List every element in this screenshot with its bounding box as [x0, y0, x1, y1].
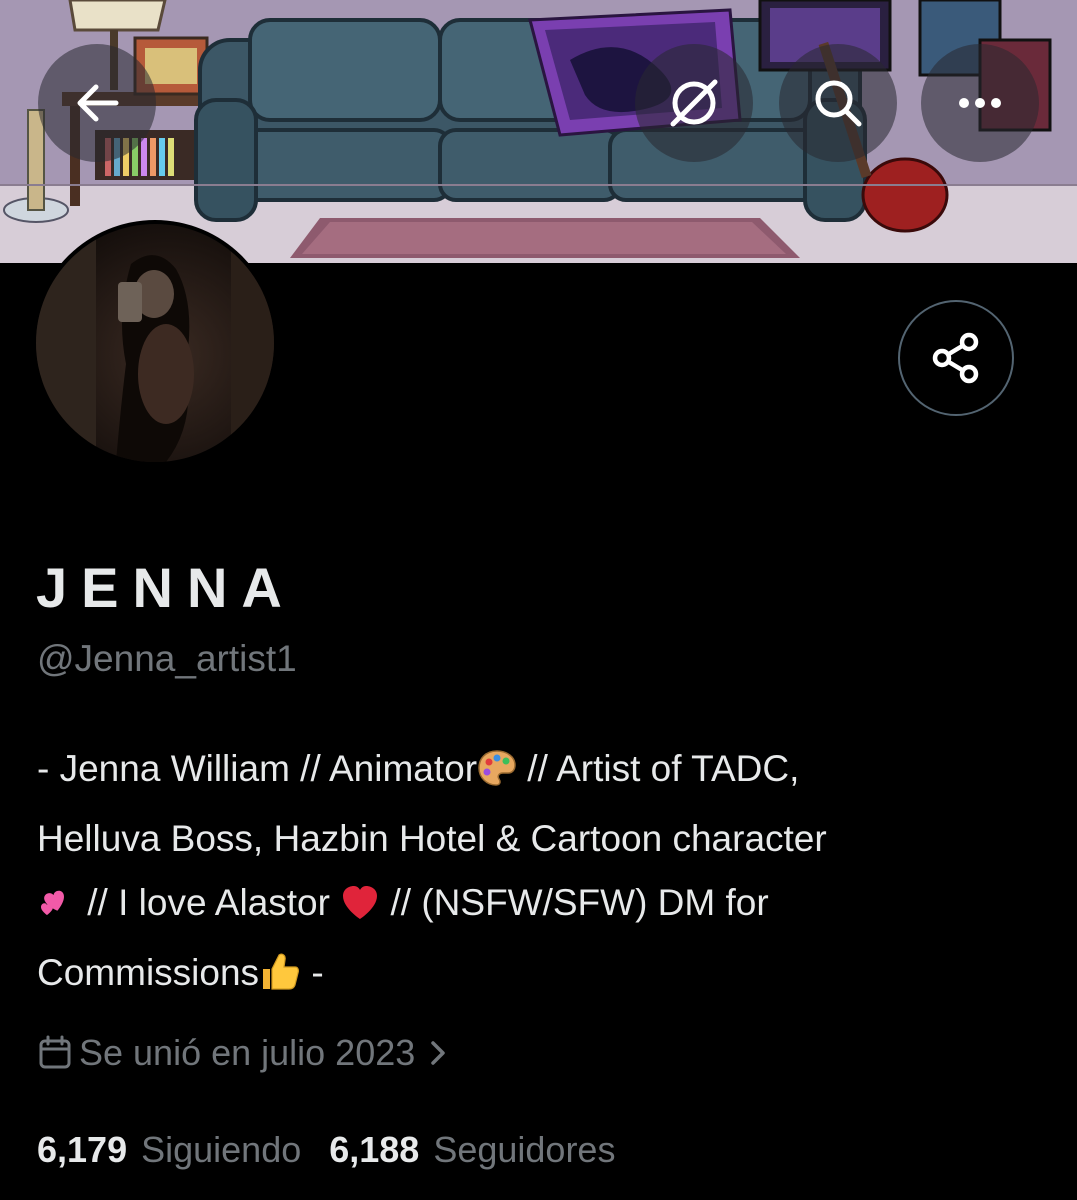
bio-text: // I love Alastor	[77, 882, 341, 923]
bio-line-2: Helluva Boss, Hazbin Hotel & Cartoon cha…	[37, 807, 997, 871]
display-name: JENNA	[36, 556, 296, 619]
more-horizontal-icon	[959, 98, 1001, 108]
grok-icon	[670, 79, 718, 127]
search-icon	[815, 80, 862, 127]
bio-text: -	[301, 952, 324, 993]
red-heart-emoji-icon	[340, 877, 380, 941]
search-button[interactable]	[779, 44, 897, 162]
bio-text: // Artist of TADC,	[517, 748, 800, 789]
profile-bio: - Jenna William // Animator // Artist of…	[37, 737, 997, 1011]
following-count: 6,179	[37, 1129, 128, 1170]
back-button[interactable]	[38, 44, 156, 162]
following-label: Siguiendo	[141, 1129, 302, 1170]
join-date[interactable]: Se unió en julio 2023	[37, 1030, 453, 1076]
share-button[interactable]	[898, 300, 1014, 416]
bio-text: Commissions	[37, 952, 260, 993]
grok-button[interactable]	[635, 44, 753, 162]
arrow-left-icon	[77, 84, 119, 122]
more-button[interactable]	[921, 44, 1039, 162]
followers-count: 6,188	[329, 1129, 420, 1170]
avatar-image	[36, 224, 274, 462]
profile-avatar[interactable]	[32, 220, 278, 466]
bio-line-1: - Jenna William // Animator // Artist of…	[37, 737, 997, 807]
profile-page: JENNA @Jenna_artist1 - Jenna William // …	[0, 0, 1077, 1200]
chevron-right-icon	[431, 1041, 446, 1065]
palette-emoji-icon	[477, 743, 517, 807]
bio-line-4: Commissions -	[37, 941, 997, 1011]
following-link[interactable]: 6,179 Siguiendo	[37, 1129, 301, 1171]
followers-link[interactable]: 6,188 Seguidores	[329, 1129, 615, 1171]
bio-text: Helluva Boss, Hazbin Hotel & Cartoon cha…	[37, 818, 827, 859]
username-handle: @Jenna_artist1	[37, 638, 297, 679]
followers-label: Seguidores	[433, 1129, 616, 1170]
bio-line-3: // I love Alastor // (NSFW/SFW) DM for	[37, 871, 997, 941]
bio-text: // (NSFW/SFW) DM for	[380, 882, 769, 923]
join-date-text: Se unió en julio 2023	[79, 1032, 416, 1073]
two-hearts-emoji-icon	[37, 877, 77, 941]
thumbs-up-emoji-icon	[259, 947, 301, 1011]
share-icon	[932, 332, 979, 384]
bio-text: - Jenna William // Animator	[37, 748, 478, 789]
follow-stats: 6,179 Siguiendo 6,188 Seguidores	[37, 1126, 615, 1174]
calendar-icon	[39, 1035, 71, 1069]
